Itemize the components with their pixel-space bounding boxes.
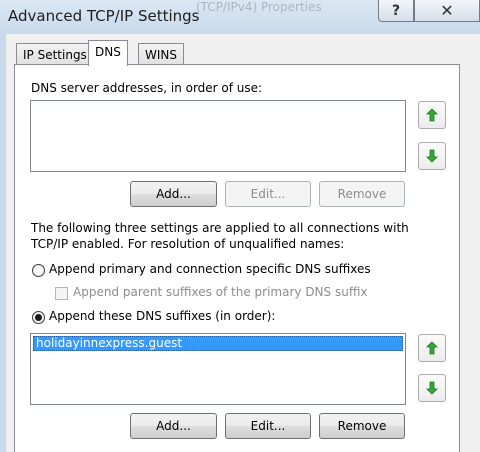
help-icon: ? [391, 2, 401, 19]
dns-server-edit-button[interactable]: Edit... [225, 181, 311, 207]
button-label: Remove [337, 419, 387, 433]
tab-label: WINS [145, 48, 177, 62]
append-these-label[interactable]: Append these DNS suffixes (in order): [49, 309, 275, 323]
background-window-title: (TCP/IPv4) Properties [196, 0, 322, 14]
dns-server-add-button[interactable]: Add... [130, 181, 217, 207]
button-label: Add... [156, 187, 191, 201]
append-primary-radio[interactable] [32, 264, 45, 277]
append-parent-label[interactable]: Append parent suffixes of the primary DN… [73, 285, 368, 299]
tab-ip-settings[interactable]: IP Settings [16, 43, 94, 65]
tab-dns[interactable]: DNS [88, 40, 128, 66]
arrow-down-icon [426, 381, 438, 395]
arrow-up-icon [426, 108, 438, 122]
title-bar: (TCP/IPv4) Properties Advanced TCP/IP Se… [0, 0, 480, 34]
close-icon: ✕ [440, 1, 454, 20]
tab-wins[interactable]: WINS [138, 43, 184, 65]
arrow-up-icon [426, 341, 438, 355]
dns-suffix-move-down-button[interactable] [418, 374, 446, 402]
help-button[interactable]: ? [378, 0, 414, 22]
append-primary-label[interactable]: Append primary and connection specific D… [49, 262, 371, 276]
append-these-radio[interactable] [32, 311, 45, 324]
dns-suffix-remove-button[interactable]: Remove [319, 413, 405, 439]
resolution-description-line1: The following three settings are applied… [31, 221, 409, 235]
dns-server-remove-button[interactable]: Remove [319, 181, 405, 207]
button-label: Remove [337, 187, 387, 201]
dns-suffixes-list[interactable]: holidayinnexpress.guest [30, 333, 406, 405]
dns-server-move-down-button[interactable] [418, 142, 446, 170]
dns-server-move-up-button[interactable] [418, 101, 446, 129]
arrow-down-icon [426, 149, 438, 163]
dns-suffix-add-button[interactable]: Add... [130, 413, 217, 439]
append-parent-checkbox[interactable] [55, 287, 68, 300]
button-label: Add... [156, 419, 191, 433]
tab-label: DNS [95, 45, 121, 59]
dns-suffix-edit-button[interactable]: Edit... [225, 413, 311, 439]
button-label: Edit... [250, 187, 286, 201]
dns-servers-label: DNS server addresses, in order of use: [31, 81, 263, 95]
tab-label: IP Settings [23, 48, 87, 62]
dns-suffix-move-up-button[interactable] [418, 334, 446, 362]
list-item[interactable]: holidayinnexpress.guest [33, 336, 403, 351]
button-label: Edit... [250, 419, 286, 433]
window-title: Advanced TCP/IP Settings [8, 7, 200, 25]
close-button[interactable]: ✕ [414, 0, 480, 22]
resolution-description-line2: TCP/IP enabled. For resolution of unqual… [31, 237, 345, 251]
dns-servers-list[interactable] [30, 100, 406, 172]
